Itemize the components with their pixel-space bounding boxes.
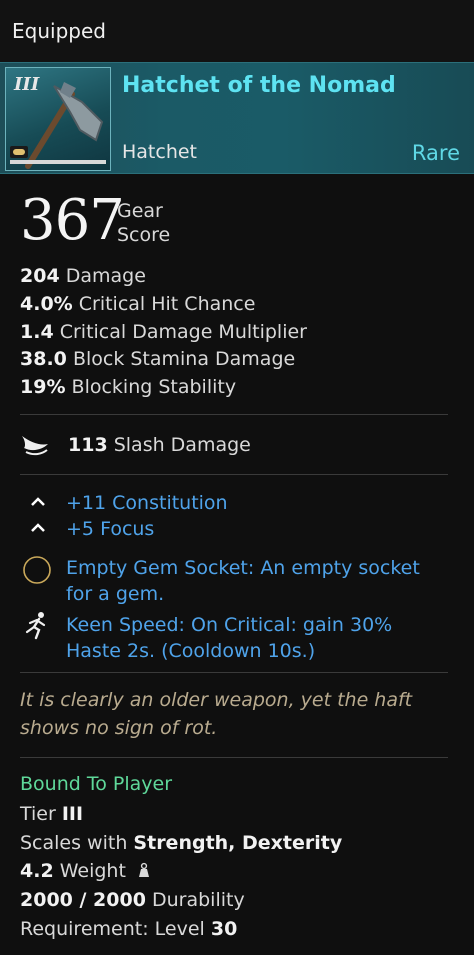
chevron-up-icon	[31, 523, 45, 532]
equipped-title: Equipped	[12, 19, 106, 43]
item-icon-bar	[10, 160, 106, 164]
flavor-text: It is clearly an older weapon, yet the h…	[20, 689, 413, 739]
mask-icon	[10, 146, 28, 158]
weight-icon	[138, 862, 149, 877]
bound-status: Bound To Player	[20, 773, 173, 795]
stat-crit-multiplier: 1.4 Critical Damage Multiplier	[20, 321, 307, 343]
gem-socket-icon	[23, 556, 51, 584]
item-name: Hatchet of the Nomad	[122, 73, 396, 98]
perk-keen-speed-desc: Haste 2s. (Cooldown 10s.)	[66, 640, 316, 662]
divider	[20, 672, 448, 673]
perk-keen-speed: Keen Speed: On Critical: gain 30%	[66, 614, 393, 636]
stat-crit-chance: 4.0% Critical Hit Chance	[20, 293, 256, 315]
gear-score-label: Gear Score	[117, 200, 171, 246]
slash-damage: 113 Slash Damage	[68, 434, 251, 456]
perk-gem-socket-desc: for a gem.	[66, 583, 165, 605]
divider	[20, 474, 448, 475]
item-rarity: Rare	[411, 141, 460, 165]
tier-line: Tier III	[20, 803, 84, 825]
item-banner: III Hatchet of the Nomad Hatchet Rare	[0, 62, 474, 174]
item-type: Hatchet	[122, 141, 198, 163]
attribute-focus: +5 Focus	[66, 518, 155, 540]
slash-icon	[22, 436, 48, 456]
equipped-header: Equipped	[0, 0, 474, 62]
item-tooltip: Equipped III Hatchet of the Nomad Hatche…	[0, 0, 474, 955]
stat-block-stamina: 38.0 Block Stamina Damage	[20, 348, 296, 370]
divider	[20, 757, 448, 758]
perk-gem-socket: Empty Gem Socket: An empty socket	[66, 557, 420, 579]
gear-score-value: 367	[20, 188, 125, 253]
durability-line: 2000 / 2000 Durability	[20, 889, 245, 911]
chevron-up-icon	[31, 497, 45, 506]
requirement-line: Requirement: Level 30	[20, 918, 238, 940]
stat-damage: 204 Damage	[20, 265, 146, 287]
running-icon	[25, 612, 46, 640]
attribute-constitution: +11 Constitution	[66, 492, 228, 514]
weight-line: 4.2 Weight	[20, 860, 152, 882]
stat-block-stability: 19% Blocking Stability	[20, 376, 237, 398]
scales-line: Scales with Strength, Dexterity	[20, 832, 343, 854]
divider	[20, 414, 448, 415]
item-icon: III	[5, 67, 111, 171]
